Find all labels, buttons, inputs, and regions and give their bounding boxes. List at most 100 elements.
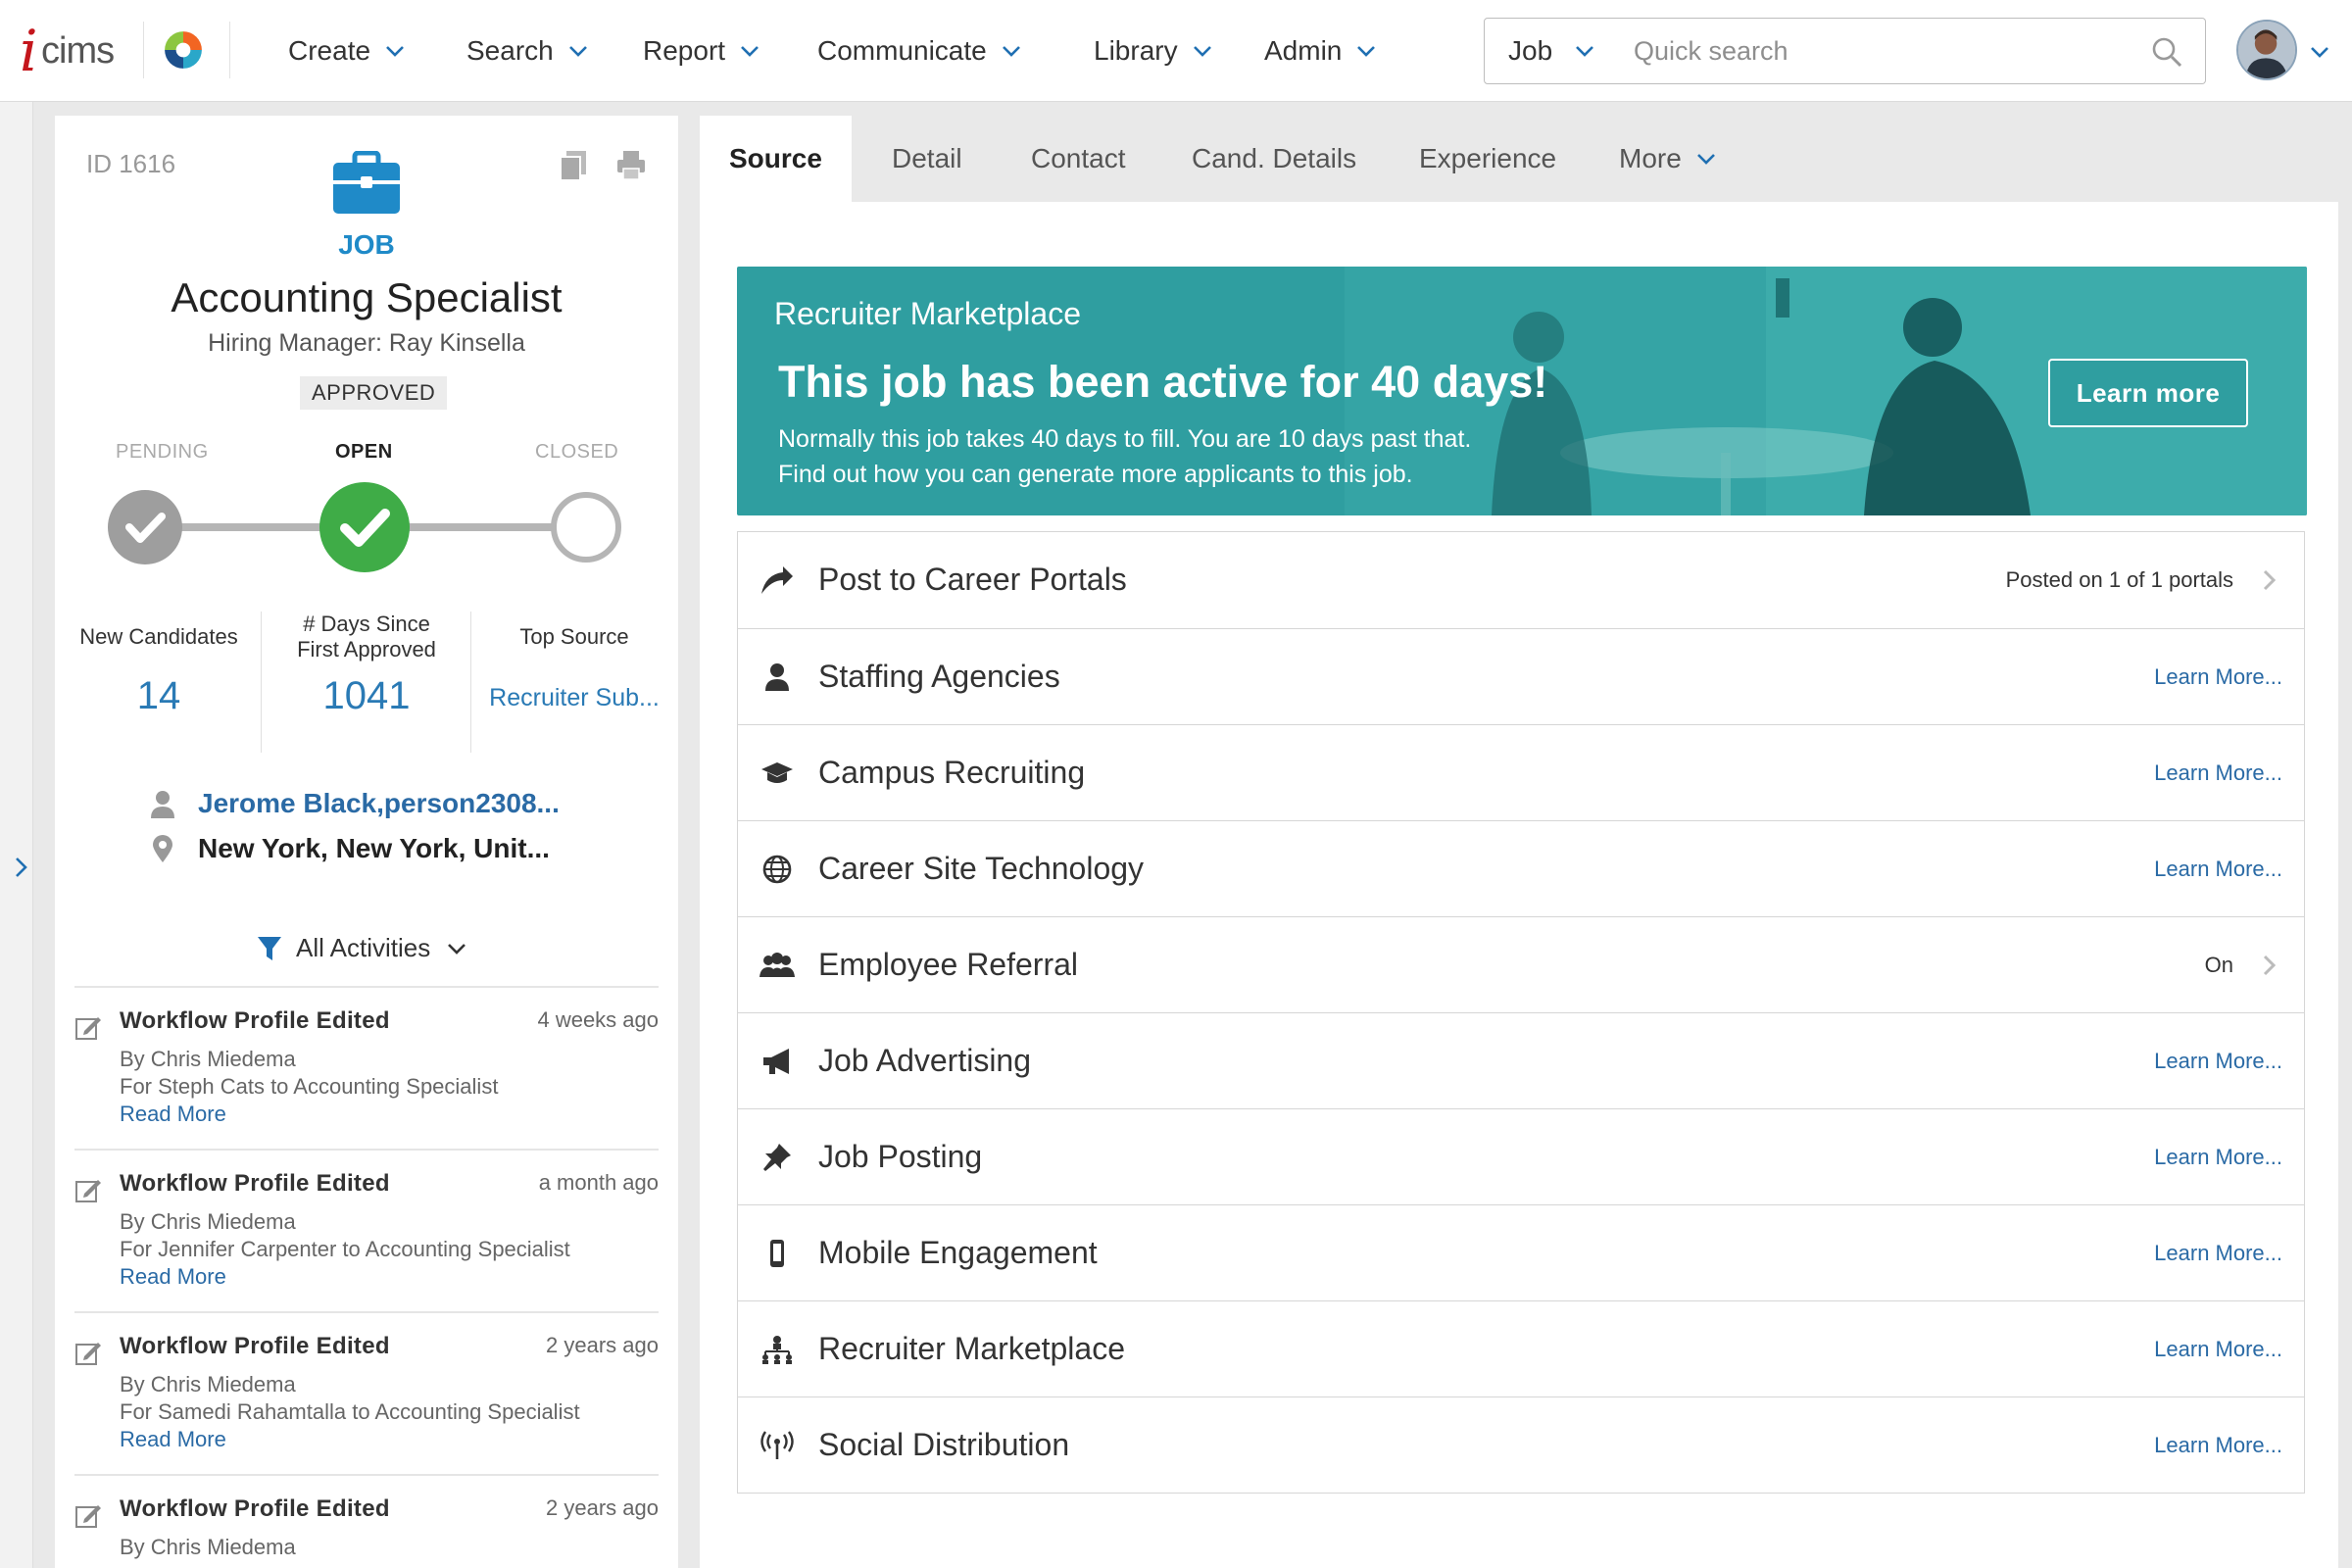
source-row-job-advertising[interactable]: Job Advertising Learn More... bbox=[738, 1012, 2304, 1108]
source-row-staffing-agencies[interactable]: Staffing Agencies Learn More... bbox=[738, 628, 2304, 724]
stat-value: 1041 bbox=[322, 674, 411, 717]
briefcase-icon bbox=[333, 151, 400, 214]
nav-communicate[interactable]: Communicate bbox=[817, 29, 1022, 73]
activity-item: Workflow Profile Edited 2 years ago By C… bbox=[74, 1474, 659, 1568]
activity-author: By Chris Miedema bbox=[120, 1535, 296, 1559]
chevron-down-icon bbox=[1696, 154, 1715, 165]
activity-detail: For Jennifer Carpenter to Accounting Spe… bbox=[120, 1237, 570, 1261]
top-navigation-bar: i cims Create Search Report Communicate L… bbox=[0, 0, 2352, 102]
learn-more-link[interactable]: Learn More... bbox=[2154, 1337, 2282, 1362]
activity-title: Workflow Profile Edited bbox=[120, 1170, 390, 1197]
source-row-recruiter-marketplace[interactable]: Recruiter Marketplace Learn More... bbox=[738, 1300, 2304, 1396]
print-icon[interactable] bbox=[615, 149, 647, 180]
activity-filter-dropdown[interactable]: All Activities bbox=[257, 933, 467, 963]
stat-label-line: # Days Since bbox=[303, 612, 430, 636]
edit-icon bbox=[75, 1343, 101, 1365]
chevron-down-icon bbox=[1576, 46, 1594, 57]
nav-create[interactable]: Create bbox=[288, 29, 406, 73]
source-label: Post to Career Portals bbox=[818, 562, 1127, 597]
copy-icon[interactable] bbox=[559, 149, 588, 180]
activity-time: 2 years ago bbox=[546, 1495, 659, 1520]
quick-search-input[interactable] bbox=[1634, 28, 2143, 74]
source-label: Job Posting bbox=[818, 1139, 983, 1174]
record-tabs: Source Detail Contact Cand. Details Expe… bbox=[700, 116, 2338, 202]
search-type-select[interactable]: Job bbox=[1484, 18, 1609, 84]
stage-closed-node[interactable] bbox=[551, 492, 621, 563]
learn-more-link[interactable]: Learn More... bbox=[2154, 760, 2282, 786]
chevron-right-icon bbox=[2263, 569, 2277, 591]
nav-report-label: Report bbox=[643, 35, 726, 66]
chevron-down-icon bbox=[448, 943, 466, 955]
tab-experience[interactable]: Experience bbox=[1419, 116, 1556, 202]
learn-more-link[interactable]: Learn More... bbox=[2154, 1241, 2282, 1266]
nav-communicate-label: Communicate bbox=[817, 35, 987, 66]
activity-item: Workflow Profile Edited 4 weeks ago By C… bbox=[74, 986, 659, 1149]
tab-detail[interactable]: Detail bbox=[892, 116, 962, 202]
nav-divider bbox=[143, 22, 144, 78]
stage-label-pending: PENDING bbox=[116, 441, 209, 463]
mobile-icon bbox=[770, 1240, 784, 1267]
source-label: Career Site Technology bbox=[818, 851, 1145, 886]
read-more-link[interactable]: Read More bbox=[120, 1102, 226, 1127]
source-row-career-site-technology[interactable]: Career Site Technology Learn More... bbox=[738, 820, 2304, 916]
stage-pending-node[interactable] bbox=[108, 490, 182, 564]
read-more-link[interactable]: Read More bbox=[120, 1427, 226, 1452]
banner-subtitle: Recruiter Marketplace bbox=[774, 296, 1081, 331]
tab-cand-details[interactable]: Cand. Details bbox=[1192, 116, 1356, 202]
learn-more-link[interactable]: Learn More... bbox=[2154, 1145, 2282, 1170]
stat-new-candidates[interactable]: New Candidates 14 bbox=[55, 606, 263, 718]
source-label: Campus Recruiting bbox=[818, 755, 1086, 790]
source-label: Recruiter Marketplace bbox=[818, 1331, 1125, 1366]
nav-report[interactable]: Report bbox=[643, 29, 760, 73]
edit-icon bbox=[75, 1180, 101, 1202]
chevron-right-icon[interactable] bbox=[12, 853, 31, 882]
tab-contact[interactable]: Contact bbox=[1031, 116, 1126, 202]
nav-search[interactable]: Search bbox=[466, 29, 589, 73]
edit-icon bbox=[75, 1505, 101, 1528]
activity-item: Workflow Profile Edited a month ago By C… bbox=[74, 1149, 659, 1311]
activity-author: By Chris Miedema bbox=[120, 1047, 296, 1071]
search-icon[interactable] bbox=[2150, 35, 2183, 69]
recruiter-name: Jerome Black,person2308... bbox=[198, 788, 560, 818]
nav-library[interactable]: Library bbox=[1094, 29, 1213, 73]
source-row-employee-referral[interactable]: Employee Referral On bbox=[738, 916, 2304, 1012]
stage-connector bbox=[172, 523, 329, 531]
recruiter-marketplace-banner: Recruiter Marketplace This job has been … bbox=[737, 267, 2307, 515]
top-source-link[interactable]: Recruiter Sub... bbox=[470, 684, 678, 712]
source-row-campus-recruiting[interactable]: Campus Recruiting Learn More... bbox=[738, 724, 2304, 820]
chevron-down-icon[interactable] bbox=[2309, 41, 2330, 63]
tab-source[interactable]: Source bbox=[700, 116, 852, 202]
source-row-mobile-engagement[interactable]: Mobile Engagement Learn More... bbox=[738, 1204, 2304, 1300]
learn-more-link[interactable]: Learn More... bbox=[2154, 857, 2282, 882]
source-tab-content: Recruiter Marketplace This job has been … bbox=[700, 202, 2338, 1568]
stage-connector bbox=[398, 523, 564, 531]
learn-more-link[interactable]: Learn More... bbox=[2154, 1049, 2282, 1074]
stat-days-since-approved[interactable]: # Days Since First Approved 1041 bbox=[263, 606, 470, 718]
tab-more[interactable]: More bbox=[1619, 116, 1717, 202]
read-more-link[interactable]: Read More bbox=[120, 1264, 226, 1290]
checkmark-icon bbox=[340, 509, 390, 547]
source-row-post-to-career-portals[interactable]: Post to Career Portals Posted on 1 of 1 … bbox=[738, 532, 2304, 628]
pushpin-icon bbox=[763, 1144, 791, 1171]
quick-search-box bbox=[1608, 18, 2206, 84]
learn-more-link[interactable]: Learn More... bbox=[2154, 1433, 2282, 1458]
stat-top-source[interactable]: Top Source Recruiter Sub... bbox=[470, 606, 678, 712]
icims-logo[interactable]: i cims bbox=[20, 23, 127, 79]
source-row-job-posting[interactable]: Job Posting Learn More... bbox=[738, 1108, 2304, 1204]
user-avatar[interactable] bbox=[2236, 20, 2297, 80]
source-row-social-distribution[interactable]: Social Distribution Learn More... bbox=[738, 1396, 2304, 1493]
job-id: ID 1616 bbox=[86, 149, 176, 178]
nav-admin-label: Admin bbox=[1264, 35, 1343, 66]
nav-admin[interactable]: Admin bbox=[1264, 29, 1377, 73]
stage-open-node[interactable] bbox=[319, 482, 410, 572]
location-pin-icon bbox=[153, 835, 172, 862]
app-switcher-icon[interactable] bbox=[163, 29, 204, 71]
nav-create-label: Create bbox=[288, 35, 371, 66]
recruiter-link[interactable]: Jerome Black,person2308... bbox=[149, 788, 560, 819]
learn-more-link[interactable]: Learn More... bbox=[2154, 664, 2282, 690]
share-arrow-icon bbox=[761, 566, 793, 594]
source-label: Employee Referral bbox=[818, 947, 1078, 982]
source-label: Job Advertising bbox=[818, 1043, 1032, 1078]
learn-more-button[interactable]: Learn more bbox=[2048, 359, 2248, 427]
chevron-down-icon bbox=[386, 46, 404, 57]
